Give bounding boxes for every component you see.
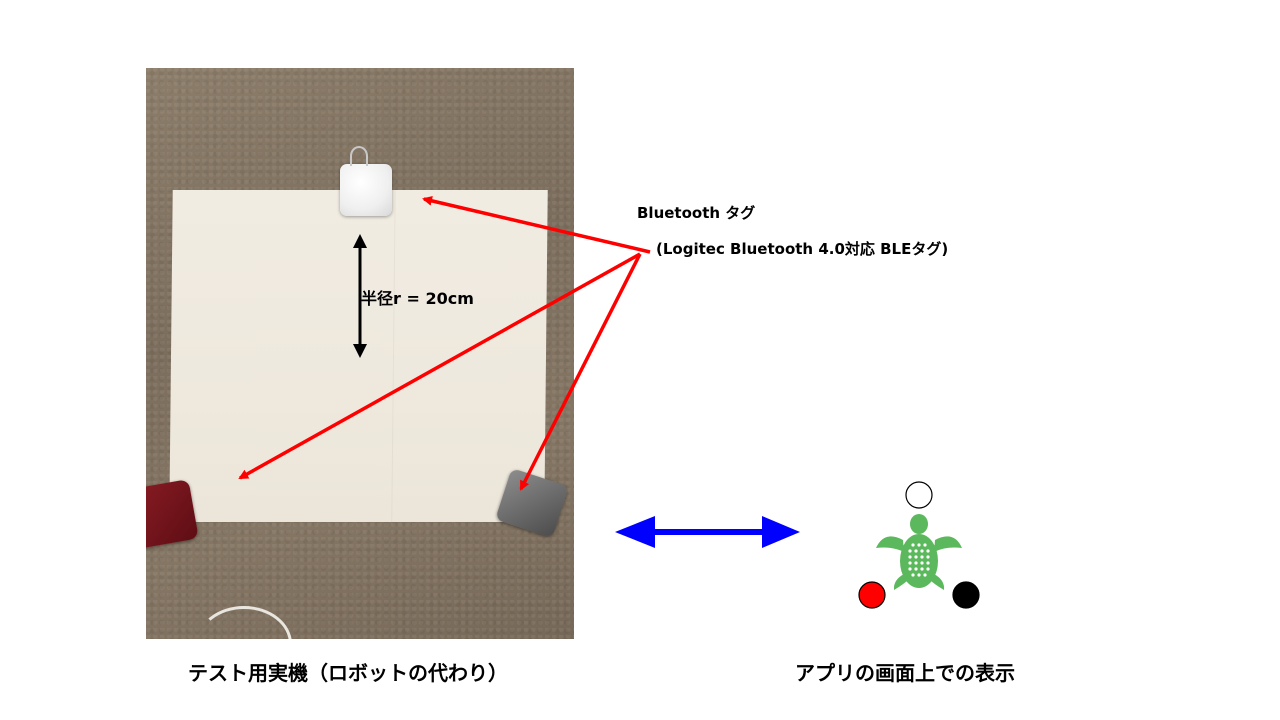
caption-app-display: アプリの画面上での表示 [795,661,1015,685]
pointer-arrow-white-tag [422,195,651,254]
blue-double-arrow [615,516,800,548]
tag-dot-right [952,581,980,609]
tag-model-label: (Logitec Bluetooth 4.0対応 BLEタグ) [656,240,949,258]
diagram-overlay [238,195,980,609]
app-display [858,481,980,609]
turtle-icon [876,514,962,590]
tag-dot-left [858,581,886,609]
caption-test-device: テスト用実機（ロボットの代わり） [188,661,508,685]
tag-title-label: Bluetooth タグ [637,204,756,222]
radius-label: 半径r = 20cm [361,289,474,308]
pointer-arrows [238,195,651,491]
tag-dot-top [905,481,933,509]
